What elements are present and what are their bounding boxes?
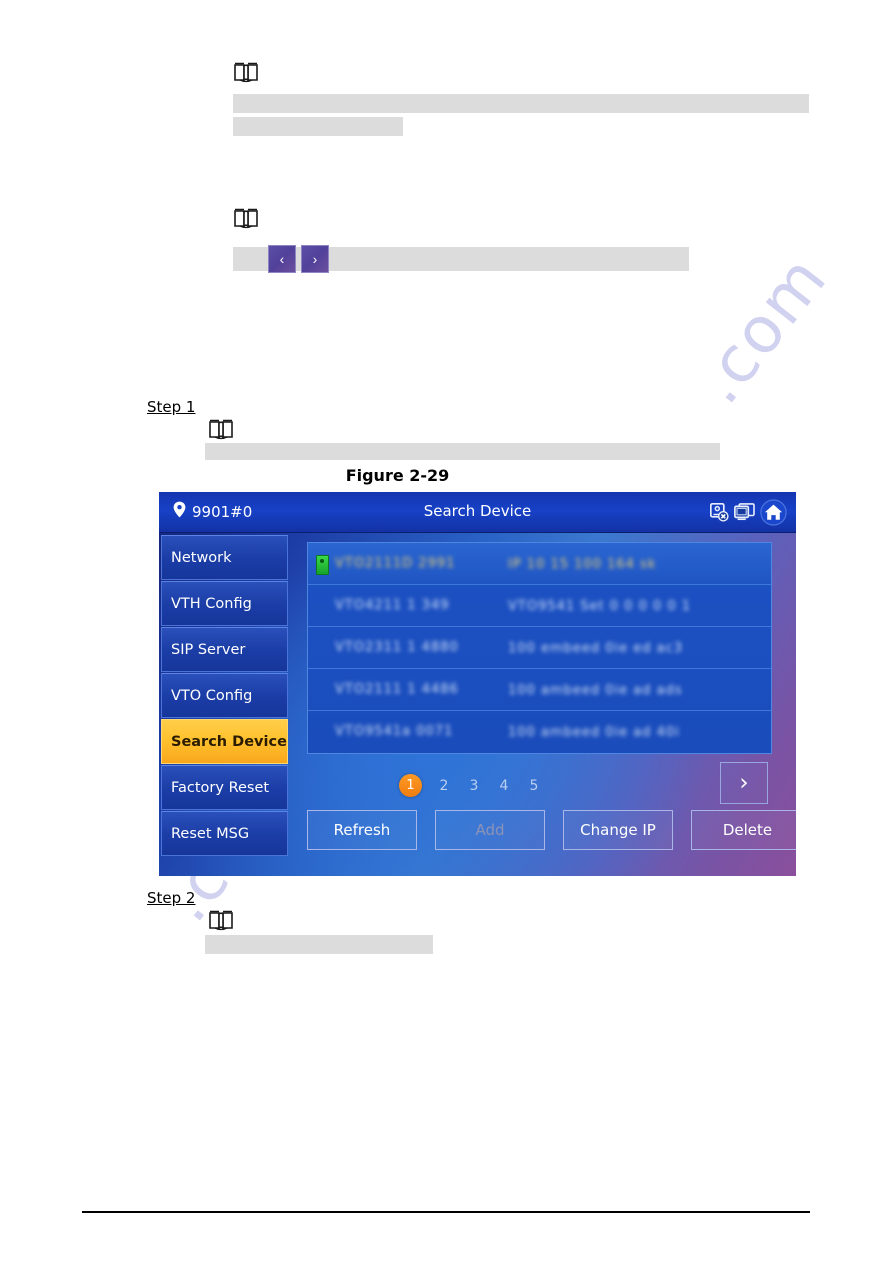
note-book-icon: [208, 909, 234, 933]
page-button-2[interactable]: 2: [436, 778, 452, 794]
watermark-text: .com: [682, 241, 842, 418]
chevron-left-button[interactable]: ‹: [268, 245, 296, 273]
page-button-4[interactable]: 4: [496, 778, 512, 794]
sidebar-item-label: VTO Config: [171, 687, 253, 704]
sidebar-item-label: Network: [171, 549, 232, 566]
table-row[interactable]: VTO4211 1 349 VTO9541 Set 0 0 0 0 0 1: [308, 585, 771, 627]
table-row[interactable]: VTO9541a 0071 100 ambeed 0ie ad 40i: [308, 711, 771, 753]
device-title-bar: 9901#0 Search Device: [159, 492, 796, 533]
sidebar-item-search-device[interactable]: Search Device: [161, 719, 288, 764]
sidebar-item-sip-server[interactable]: SIP Server: [161, 627, 288, 672]
status-online-icon: [316, 555, 329, 575]
sidebar-item-label: Factory Reset: [171, 779, 270, 796]
sidebar-item-network[interactable]: Network: [161, 535, 288, 580]
no-call-icon[interactable]: [709, 502, 729, 526]
sidebar-item-reset-msg[interactable]: Reset MSG: [161, 811, 288, 856]
note-book-icon: [233, 61, 259, 85]
refresh-button[interactable]: Refresh: [307, 810, 417, 850]
device-detail: 100 ambeed 0ie ad ads: [508, 683, 683, 698]
note-book-icon: [233, 207, 259, 231]
sidebar-item-label: Reset MSG: [171, 825, 250, 842]
delete-button[interactable]: Delete: [691, 810, 796, 850]
sidebar-item-vto-config[interactable]: VTO Config: [161, 673, 288, 718]
figure-caption: Figure 2-29: [345, 466, 450, 485]
device-name: VTO9541a 0071: [335, 724, 454, 739]
home-icon[interactable]: [760, 499, 787, 530]
device-name: VTO2311 1 4880: [335, 640, 459, 655]
pagination: 1 2 3 4 5: [399, 774, 542, 797]
table-row[interactable]: VTO2111 1 4486 100 ambeed 0ie ad ads: [308, 669, 771, 711]
device-detail: 100 embeed 0ie ed ac3: [508, 641, 684, 656]
table-row[interactable]: VTO2311 1 4880 100 embeed 0ie ed ac3: [308, 627, 771, 669]
redacted-text-bar: [233, 117, 403, 136]
device-detail: 100 ambeed 0ie ad 40i: [508, 725, 680, 740]
redacted-text-bar: [233, 94, 809, 113]
sidebar-item-factory-reset[interactable]: Factory Reset: [161, 765, 288, 810]
device-detail: VTO9541 Set 0 0 0 0 0 1: [508, 599, 692, 614]
device-list: VTO2111D 2991 IP 10 15 100 164 sk VTO421…: [307, 542, 772, 754]
page-title: Search Device: [423, 502, 532, 520]
redacted-text-bar: [205, 935, 433, 954]
sidebar-item-label: VTH Config: [171, 595, 252, 612]
monitor-icon[interactable]: [734, 503, 755, 526]
note-book-icon: [208, 418, 234, 442]
device-detail: IP 10 15 100 164 sk: [508, 557, 657, 572]
device-sidebar: Network VTH Config SIP Server VTO Config…: [161, 535, 288, 857]
device-name: VTO2111 1 4486: [335, 682, 459, 697]
chevron-right-button[interactable]: ›: [301, 245, 329, 273]
sidebar-item-label: SIP Server: [171, 641, 246, 658]
page-button-3[interactable]: 3: [466, 778, 482, 794]
add-button[interactable]: Add: [435, 810, 545, 850]
footer-divider: [82, 1211, 810, 1213]
sidebar-item-label: Search Device: [171, 733, 287, 750]
next-page-button[interactable]: ›: [720, 762, 768, 804]
step-2-label: Step 2: [147, 889, 196, 907]
change-ip-button[interactable]: Change IP: [563, 810, 673, 850]
device-name: VTO4211 1 349: [335, 598, 450, 613]
step-1-label: Step 1: [147, 398, 196, 416]
redacted-text-bar: [205, 443, 720, 460]
sidebar-item-vth-config[interactable]: VTH Config: [161, 581, 288, 626]
device-name: VTO2111D 2991: [335, 556, 456, 571]
page-button-5[interactable]: 5: [526, 778, 542, 794]
page-button-1[interactable]: 1: [399, 774, 422, 797]
action-button-row: Refresh Add Change IP Delete: [307, 810, 796, 850]
table-row[interactable]: VTO2111D 2991 IP 10 15 100 164 sk: [308, 543, 771, 585]
vth-device-screen: 9901#0 Search Device Network VTH Config …: [159, 492, 796, 876]
title-bar-icons: [709, 499, 787, 530]
